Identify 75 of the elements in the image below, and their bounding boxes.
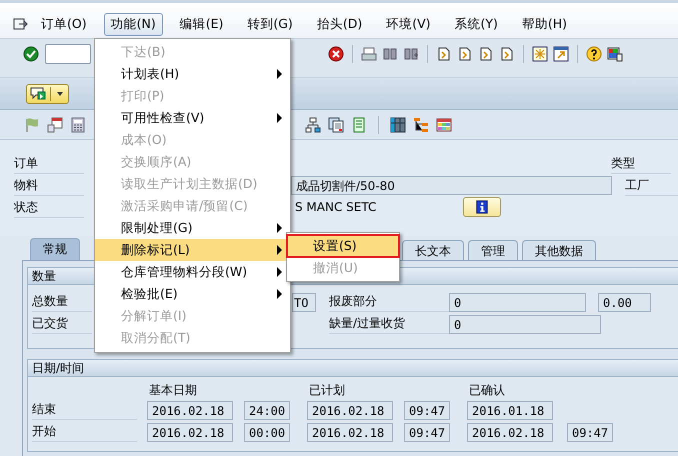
menu-item[interactable]: 系统(Y) xyxy=(448,13,505,36)
check-icon[interactable] xyxy=(23,46,39,62)
shortage-field[interactable]: 0 xyxy=(449,314,601,334)
layout-icon[interactable] xyxy=(607,46,623,62)
calculator-icon[interactable] xyxy=(70,116,86,132)
info-button[interactable] xyxy=(463,197,501,217)
menu-item[interactable]: 可用性检查(V) xyxy=(95,107,290,129)
hierarchy-icon[interactable] xyxy=(305,116,321,132)
menu-button[interactable] xyxy=(26,84,69,104)
time-field[interactable]: 09:47 xyxy=(404,422,450,442)
menu-item[interactable]: 计划表(H) xyxy=(95,63,290,85)
time-field[interactable]: 24:00 xyxy=(244,400,290,420)
date-field[interactable]: 2016.02.18 xyxy=(147,422,233,442)
find-next-icon[interactable] xyxy=(403,46,419,62)
column-header: 基本日期 xyxy=(149,382,198,399)
document-icon[interactable] xyxy=(351,116,367,132)
column-header: 已确认 xyxy=(469,382,506,399)
unit-field[interactable]: TO xyxy=(292,292,316,312)
field-label: 状态 xyxy=(14,196,84,218)
menu-item[interactable]: 帮助(H) xyxy=(514,13,574,36)
time-field[interactable]: 09:47 xyxy=(404,400,450,420)
menu-item[interactable]: 环境(V) xyxy=(379,13,438,36)
menu-item[interactable]: 功能(N) xyxy=(104,13,163,36)
menu-item[interactable]: 订单(O) xyxy=(34,13,94,36)
shortcut-icon[interactable] xyxy=(553,46,569,62)
status-text: S MANC SETC xyxy=(294,200,378,214)
command-field[interactable] xyxy=(45,44,91,64)
field-label: 工厂 xyxy=(625,174,678,196)
scrap-field[interactable]: 0 xyxy=(449,292,586,312)
page-icon[interactable] xyxy=(436,46,452,62)
time-field[interactable]: 00:00 xyxy=(244,422,290,442)
calendar-icon[interactable] xyxy=(47,116,63,132)
columns-icon[interactable] xyxy=(390,116,406,132)
date-field[interactable]: 2016.02.18 xyxy=(307,400,393,420)
date-field[interactable]: 2016.01.18 xyxy=(467,400,553,420)
exit-icon[interactable] xyxy=(12,16,28,32)
tab[interactable]: 长文本 xyxy=(402,240,464,260)
menu-item[interactable]: 转到(G) xyxy=(240,13,300,36)
date-field[interactable]: 2016.02.18 xyxy=(467,422,553,442)
tab[interactable]: 管理 xyxy=(468,240,518,260)
row-label: 结束 xyxy=(32,400,137,420)
menu-item[interactable]: 设置(S) xyxy=(287,235,399,257)
menu-item[interactable]: 抬头(D) xyxy=(310,13,370,36)
print-icon[interactable] xyxy=(361,46,377,62)
window-icon[interactable] xyxy=(532,46,548,62)
menu-item[interactable]: 检验批(E) xyxy=(95,283,290,305)
copy-icon[interactable] xyxy=(328,116,344,132)
menu-item[interactable]: 编辑(E) xyxy=(172,13,230,36)
material-field[interactable]: 成品切割件/50-80 xyxy=(291,176,612,194)
date-field[interactable]: 2016.02.18 xyxy=(307,422,393,442)
tab[interactable]: 常规 xyxy=(30,238,80,260)
flag-icon[interactable] xyxy=(24,116,40,132)
field-label: 订单 xyxy=(14,152,84,174)
tree-icon[interactable] xyxy=(413,116,429,132)
page-icon[interactable] xyxy=(457,46,473,62)
column-header: 已计划 xyxy=(309,382,346,399)
field-label: 已交货 xyxy=(32,314,92,334)
info-icon xyxy=(475,200,489,214)
date-field[interactable]: 2016.02.18 xyxy=(147,400,233,420)
row-label: 开始 xyxy=(32,422,137,442)
help-icon[interactable] xyxy=(586,46,602,62)
percent-field[interactable]: 0.00 xyxy=(598,292,651,312)
chat-icon xyxy=(30,86,46,102)
cancel-icon[interactable] xyxy=(328,46,344,62)
field-label: 总数量 xyxy=(32,292,92,312)
page-icon[interactable] xyxy=(478,46,494,62)
page-icon[interactable] xyxy=(499,46,515,62)
table-icon[interactable] xyxy=(436,116,452,132)
field-label: 物料 xyxy=(14,174,84,196)
time-field[interactable]: 09:47 xyxy=(567,422,613,442)
caret-icon xyxy=(57,92,63,96)
find-icon[interactable] xyxy=(382,46,398,62)
field-label: 类型 xyxy=(611,152,671,174)
section-header: 日期/时间 xyxy=(28,360,678,377)
tab[interactable]: 其他数据 xyxy=(522,240,596,260)
